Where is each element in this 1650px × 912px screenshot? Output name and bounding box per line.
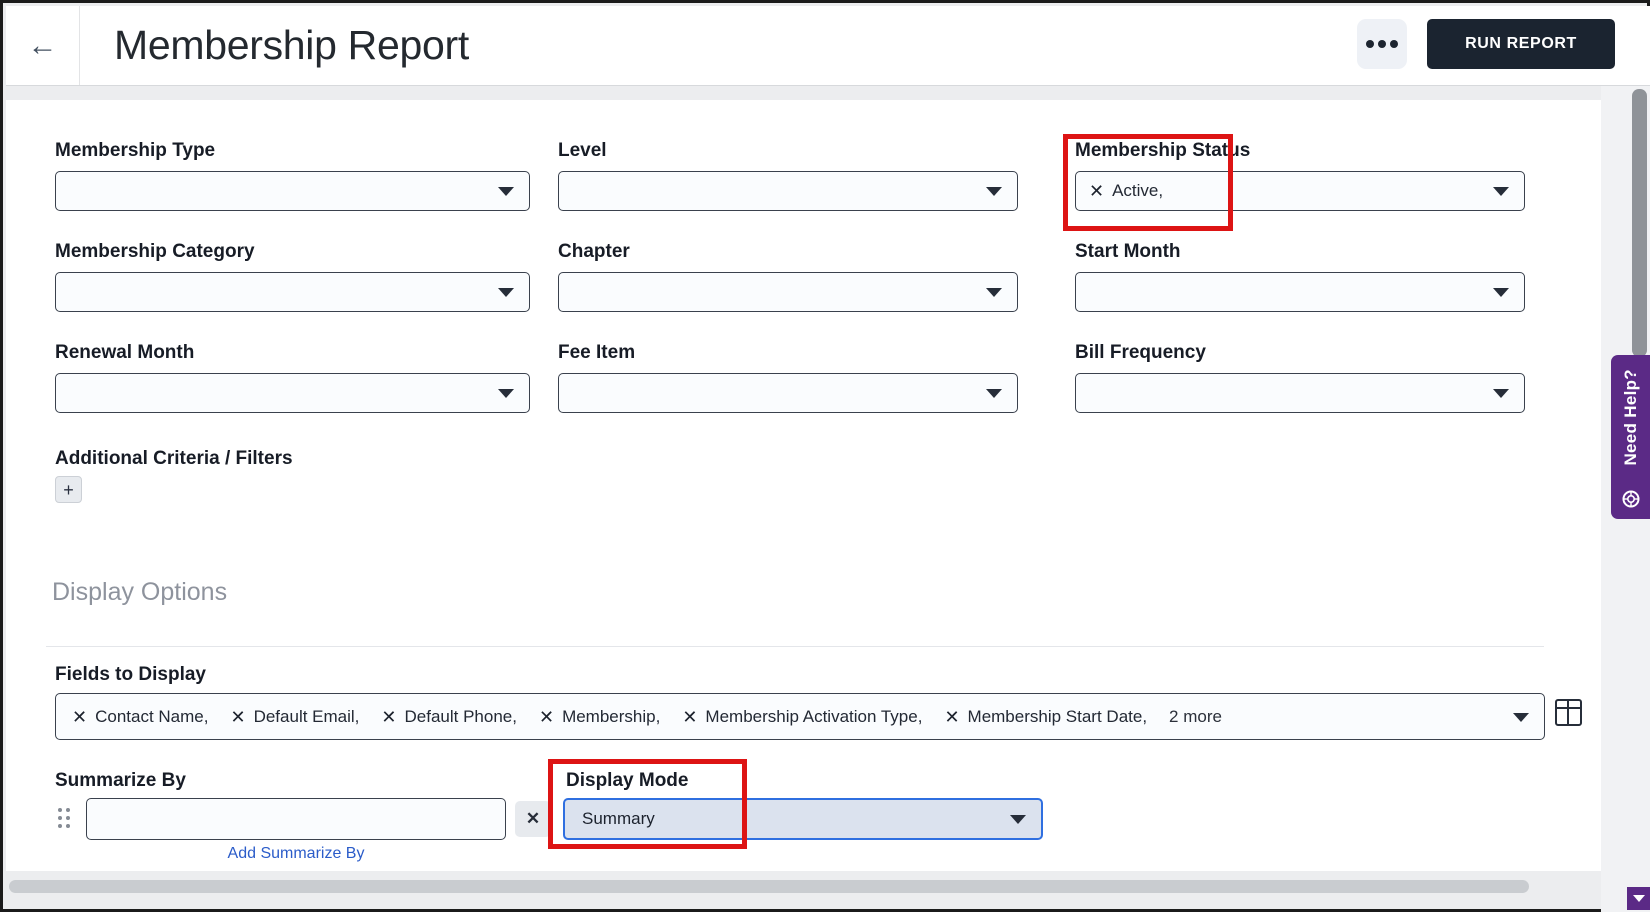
chapter-dropdown[interactable] [558,272,1018,312]
remove-icon[interactable]: ✕ [944,708,959,726]
summarize-by-input[interactable] [86,798,506,840]
chevron-down-icon [1010,815,1026,824]
section-divider [46,646,1544,647]
field-chip[interactable]: ✕ Default Email, [230,707,359,727]
field-chip[interactable]: ✕ Membership, [539,707,660,727]
filter-label: Chapter [558,241,1018,265]
summarize-by-label: Summarize By [55,770,186,792]
remove-icon[interactable]: ✕ [682,708,697,726]
column-chooser-icon[interactable] [1555,699,1582,726]
remove-icon[interactable]: ✕ [381,708,396,726]
chip-label: Membership Activation Type, [705,707,922,727]
run-report-button[interactable]: RUN REPORT [1427,19,1615,69]
vertical-scrollbar-thumb[interactable] [1632,89,1647,357]
filter-membership-type: Membership Type [55,140,530,211]
fields-to-display-label: Fields to Display [55,664,206,686]
chip-label: Default Email, [254,707,360,727]
add-summarize-by-link[interactable]: Add Summarize By [86,845,506,863]
filter-label: Renewal Month [55,342,530,366]
display-mode-value: Summary [582,809,655,829]
chevron-down-icon [1633,895,1645,902]
need-help-tab[interactable]: Need Help? [1611,355,1650,519]
ellipsis-icon [1366,40,1374,48]
chip-label: Membership Start Date, [968,707,1148,727]
remove-icon: ✕ [526,809,540,829]
remove-icon[interactable]: ✕ [1089,182,1104,200]
membership-type-dropdown[interactable] [55,171,530,211]
remove-icon[interactable]: ✕ [72,708,87,726]
filter-label: Membership Category [55,241,530,265]
fields-to-display-dropdown[interactable]: ✕ Contact Name, ✕ Default Email, ✕ Defau… [55,693,1545,740]
filter-membership-category: Membership Category [55,241,530,312]
window-frame: ← Membership Report RUN REPORT Membershi… [0,0,1650,912]
drag-handle-icon[interactable] [58,808,70,828]
field-chip[interactable]: ✕ Default Phone, [381,707,517,727]
filter-fee-item: Fee Item [558,342,1018,413]
overflow-count[interactable]: 2 more [1169,707,1222,727]
start-month-dropdown[interactable] [1075,272,1525,312]
chevron-down-icon [986,389,1002,398]
fee-item-dropdown[interactable] [558,373,1018,413]
back-button[interactable]: ← [6,6,80,85]
filter-label: Level [558,140,1018,164]
additional-criteria-label: Additional Criteria / Filters [55,448,293,470]
membership-category-dropdown[interactable] [55,272,530,312]
filter-start-month: Start Month [1075,241,1525,312]
level-dropdown[interactable] [558,171,1018,211]
back-arrow-icon: ← [28,31,58,61]
chip-label: Membership, [562,707,660,727]
filter-level: Level [558,140,1018,211]
chevron-down-icon [1493,288,1509,297]
chip-label: Contact Name, [95,707,208,727]
need-help-label: Need Help? [1621,369,1641,466]
plus-icon: + [63,481,74,499]
more-options-button[interactable] [1357,19,1407,69]
field-chip[interactable]: ✕ Membership Activation Type, [682,707,922,727]
chevron-down-icon [986,187,1002,196]
chevron-down-icon [498,187,514,196]
field-chip[interactable]: ✕ Membership Start Date, [944,707,1147,727]
filter-label: Fee Item [558,342,1018,366]
add-filter-button[interactable]: + [55,476,82,503]
filter-renewal-month: Renewal Month [55,342,530,413]
life-ring-icon [1621,489,1641,509]
filter-label: Start Month [1075,241,1525,265]
chevron-down-icon [986,288,1002,297]
filter-label: Bill Frequency [1075,342,1525,366]
clear-summarize-button[interactable]: ✕ [515,801,551,837]
chevron-down-icon [1493,187,1509,196]
chevron-down-icon [1513,713,1529,722]
filter-label: Membership Status [1075,140,1525,164]
filter-label: Membership Type [55,140,530,164]
chevron-down-icon [498,389,514,398]
filter-membership-status: Membership Status ✕ Active, [1075,140,1525,211]
chevron-down-icon [498,288,514,297]
remove-icon[interactable]: ✕ [539,708,554,726]
report-criteria-panel: Membership Type Level Membership Status … [6,100,1601,871]
chip-label: Default Phone, [405,707,517,727]
chip-label: Active, [1112,181,1163,201]
filter-bill-frequency: Bill Frequency [1075,342,1525,413]
renewal-month-dropdown[interactable] [55,373,530,413]
display-mode-label: Display Mode [566,770,688,792]
page-title: Membership Report [114,22,469,69]
filter-chapter: Chapter [558,241,1018,312]
selected-chip[interactable]: ✕ Active, [1089,181,1163,201]
remove-icon[interactable]: ✕ [230,708,245,726]
field-chip[interactable]: ✕ Contact Name, [72,707,208,727]
display-mode-dropdown[interactable]: Summary [563,798,1043,840]
chevron-down-icon [1493,389,1509,398]
display-options-heading: Display Options [52,578,227,607]
scroll-down-button[interactable] [1627,887,1650,910]
bill-frequency-dropdown[interactable] [1075,373,1525,413]
membership-status-dropdown[interactable]: ✕ Active, [1075,171,1525,211]
horizontal-scrollbar-thumb[interactable] [9,880,1529,893]
